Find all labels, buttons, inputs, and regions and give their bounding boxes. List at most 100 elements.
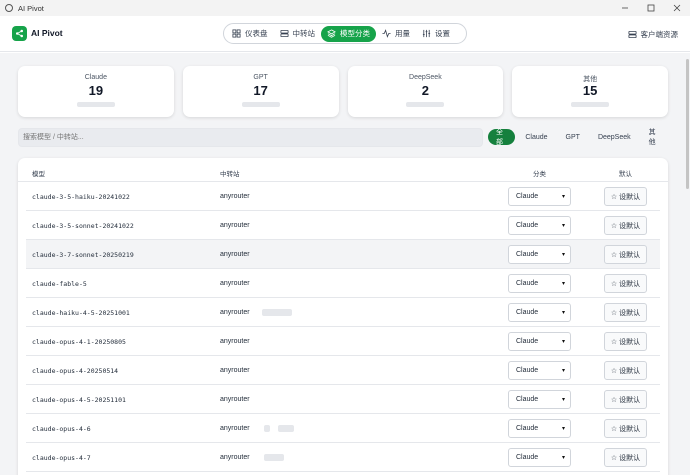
- category-select[interactable]: Claude ▾: [508, 390, 571, 409]
- model-name: claude-opus-4-5-20251101: [32, 396, 126, 404]
- category-select[interactable]: Claude ▾: [508, 419, 571, 438]
- activity-icon: [382, 29, 391, 38]
- set-default-label: ☆ 设默认: [610, 367, 641, 375]
- set-default-button[interactable]: ☆ 设默认: [604, 216, 647, 235]
- relay-name: anyrouter: [220, 222, 250, 229]
- table-row[interactable]: claude-3-5-sonnet-20241022 anyrouter Claud…: [26, 211, 660, 240]
- set-default-button[interactable]: ☆ 设默认: [604, 361, 647, 380]
- category-select[interactable]: Claude ▾: [508, 245, 571, 264]
- category-select-value: Claude: [516, 338, 539, 345]
- table-row[interactable]: claude-3-5-haiku-20241022 anyrouter Claude…: [26, 182, 660, 211]
- category-select[interactable]: Claude ▾: [508, 216, 571, 235]
- table-row[interactable]: claude-3-7-sonnet-20250219 anyrouter Claud…: [26, 240, 660, 269]
- sliders-icon: [422, 29, 431, 38]
- relay-name: anyrouter: [220, 338, 250, 345]
- models-table: 模型 中转站 分类 默认 claude-3-5-haiku-20241022 an…: [18, 158, 668, 475]
- set-default-button[interactable]: ☆ 设默认: [604, 390, 647, 409]
- nav-usage[interactable]: 用量: [376, 26, 416, 42]
- set-default-label: ☆ 设默认: [610, 251, 641, 259]
- layers-icon: [327, 29, 336, 38]
- main-content[interactable]: Claude 19 GPT 17 DeepSeek 2 其他 15 全部 Cla…: [0, 53, 690, 475]
- redacted-text: [264, 454, 284, 461]
- filter-chip-claude[interactable]: Claude: [517, 129, 555, 145]
- model-name: claude-3-7-sonnet-20250219: [32, 251, 134, 259]
- filter-chip-deepseek[interactable]: DeepSeek: [590, 129, 639, 145]
- filter-chip-other[interactable]: 其他: [641, 129, 668, 146]
- category-select-value: Claude: [516, 309, 539, 316]
- scrollbar-thumb[interactable]: [686, 59, 689, 189]
- category-select-value: Claude: [516, 367, 539, 374]
- category-select[interactable]: Claude ▾: [508, 187, 571, 206]
- chevron-down-icon: ▾: [561, 426, 565, 432]
- model-name: claude-3-5-sonnet-20241022: [32, 222, 134, 230]
- table-row[interactable]: claude-opus-4-5-20251101 anyrouter Claude ▾…: [26, 385, 660, 414]
- search-input[interactable]: [18, 128, 483, 147]
- relay-name: anyrouter: [220, 280, 250, 287]
- stat-value: 15: [582, 83, 598, 98]
- client-resources-button[interactable]: 客户端资源: [627, 29, 679, 40]
- minimize-icon: [622, 7, 628, 9]
- stat-subtext-redacted: [406, 102, 445, 107]
- column-header-default: 默认: [619, 171, 632, 178]
- category-select-value: Claude: [516, 251, 539, 258]
- window-controls: [612, 0, 690, 16]
- nav-model-categories-label: 模型分类: [340, 29, 370, 38]
- redacted-text: [264, 425, 270, 432]
- nav-dashboard[interactable]: 仪表盘: [226, 26, 274, 42]
- nav-usage-label: 用量: [395, 29, 410, 38]
- table-row[interactable]: claude-opus-4-1-20250805 anyrouter Claude ▾…: [26, 327, 660, 356]
- app-header: AI Pivot 仪表盘 中转站 模型分类 用量 设置 客户端资源: [0, 16, 690, 52]
- set-default-button[interactable]: ☆ 设默认: [604, 187, 647, 206]
- chevron-down-icon: ▾: [561, 310, 565, 316]
- set-default-button[interactable]: ☆ 设默认: [604, 274, 647, 293]
- category-select[interactable]: Claude ▾: [508, 332, 571, 351]
- category-select-value: Claude: [516, 454, 539, 461]
- table-row[interactable]: claude-opus-4-20250514 anyrouter Claude ▾ ☆ …: [26, 356, 660, 385]
- category-select-value: Claude: [516, 222, 539, 229]
- table-row[interactable]: claude-opus-4-6 anyrouter Claude ▾ ☆ 设默认: [26, 414, 660, 443]
- minimize-button[interactable]: [612, 0, 638, 16]
- nav-model-categories[interactable]: 模型分类: [321, 25, 376, 42]
- category-select[interactable]: Claude ▾: [508, 448, 571, 467]
- category-select[interactable]: Claude ▾: [508, 361, 571, 380]
- nav-relay[interactable]: 中转站: [274, 26, 322, 42]
- client-resources-label: 客户端资源: [640, 30, 679, 39]
- model-name: claude-fable-5: [32, 280, 87, 288]
- set-default-label: ☆ 设默认: [610, 222, 641, 230]
- table-row[interactable]: claude-fable-5 anyrouter Claude ▾ ☆ 设默认: [26, 269, 660, 298]
- chevron-down-icon: ▾: [561, 397, 565, 403]
- server-icon: [279, 29, 289, 38]
- column-header-category: 分类: [533, 171, 546, 178]
- close-window-button[interactable]: [664, 0, 690, 16]
- filter-chip-all[interactable]: 全部: [488, 129, 516, 146]
- nav-settings[interactable]: 设置: [416, 26, 456, 42]
- table-row[interactable]: claude-haiku-4-5-20251001 anyrouter Claude…: [26, 298, 660, 327]
- set-default-button[interactable]: ☆ 设默认: [604, 419, 647, 438]
- set-default-button[interactable]: ☆ 设默认: [604, 332, 647, 351]
- stat-value: 2: [421, 83, 429, 98]
- main-nav: 仪表盘 中转站 模型分类 用量 设置: [223, 23, 467, 44]
- maximize-button[interactable]: [638, 0, 664, 16]
- model-name: claude-opus-4-1-20250805: [32, 338, 126, 346]
- chevron-down-icon: ▾: [561, 339, 565, 345]
- table-row[interactable]: claude-opus-4-7 anyrouter Claude ▾ ☆ 设默认: [26, 443, 660, 472]
- set-default-button[interactable]: ☆ 设默认: [604, 448, 647, 467]
- maximize-icon: [647, 4, 655, 12]
- stat-subtext-redacted: [76, 102, 115, 107]
- set-default-button[interactable]: ☆ 设默认: [604, 245, 647, 264]
- category-select[interactable]: Claude ▾: [508, 303, 571, 322]
- chevron-down-icon: ▾: [561, 194, 565, 200]
- model-name: claude-3-5-haiku-20241022: [32, 193, 130, 201]
- set-default-button[interactable]: ☆ 设默认: [604, 303, 647, 322]
- stats-row: Claude 19 GPT 17 DeepSeek 2 其他 15: [18, 66, 668, 117]
- chevron-down-icon: ▾: [561, 252, 565, 258]
- category-select[interactable]: Claude ▾: [508, 274, 571, 293]
- category-filter-chips: 全部 Claude GPT DeepSeek 其他: [488, 129, 668, 146]
- chevron-down-icon: ▾: [561, 455, 565, 461]
- scrollbar[interactable]: [684, 53, 690, 475]
- stat-card-gpt: GPT 17: [182, 66, 339, 117]
- table-header: 模型 中转站 分类 默认: [18, 158, 668, 182]
- relay-name: anyrouter: [220, 454, 250, 461]
- filter-chip-gpt[interactable]: GPT: [558, 129, 588, 145]
- category-select-value: Claude: [516, 280, 539, 287]
